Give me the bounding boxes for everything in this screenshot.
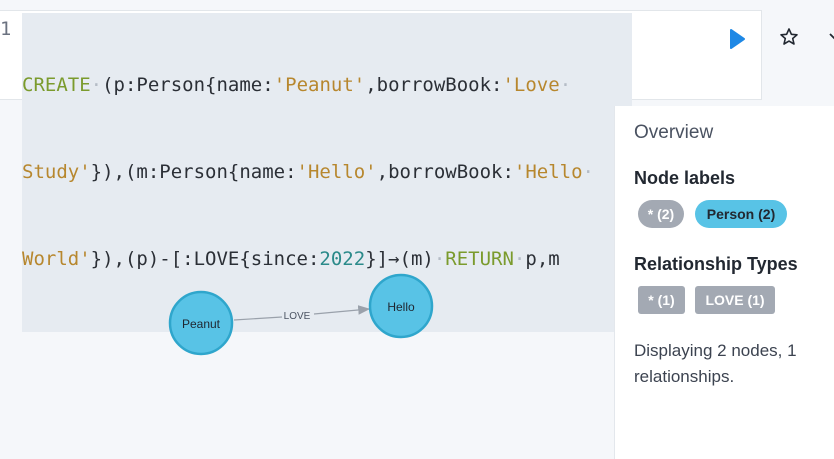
rel-type-chip-love[interactable]: LOVE (1) [695,286,775,314]
node-hello[interactable]: Hello [368,273,434,339]
relationship-label: LOVE [284,311,311,322]
code-token: · [90,74,103,96]
star-icon [780,28,798,45]
play-icon [730,29,745,49]
overview-panel: Overview Node labels * (2) Person (2) Re… [614,106,834,459]
run-query-button[interactable] [724,26,750,52]
node-label-chip-all[interactable]: * (2) [638,200,684,228]
code-token: · [559,74,572,96]
overview-title: Overview [634,122,714,143]
code-token: ,borrowBook: [365,74,503,96]
code-token: 'Peanut' [273,74,366,96]
code-token: 'Love [502,74,560,96]
graph-summary: Displaying 2 nodes, 1 relationships. [634,341,797,386]
node-label: Peanut [182,317,221,331]
node-labels-title: Node labels [634,168,736,188]
relationship-types-title: Relationship Types [634,254,798,274]
rel-type-chip-all[interactable]: * (1) [638,286,685,314]
line-number: 1 [0,18,10,40]
graph-canvas[interactable]: LOVE Peanut Hello [0,106,614,459]
chevron-icon [829,33,834,40]
node-peanut[interactable]: Peanut [168,290,234,356]
more-options-button[interactable] [824,24,834,50]
code-token: CREATE [22,74,91,96]
query-editor[interactable]: 1 CREATE·(p:Person{name:'Peanut',borrowB… [0,10,762,332]
node-label: Hello [387,300,415,314]
relationship-love[interactable]: LOVE [233,305,371,322]
code-token: (p:Person{name: [102,74,274,96]
code-line-1: CREATE·(p:Person{name:'Peanut',borrowBoo… [22,71,632,100]
node-label-chip-person[interactable]: Person (2) [695,200,787,228]
favorite-button[interactable] [776,24,802,50]
